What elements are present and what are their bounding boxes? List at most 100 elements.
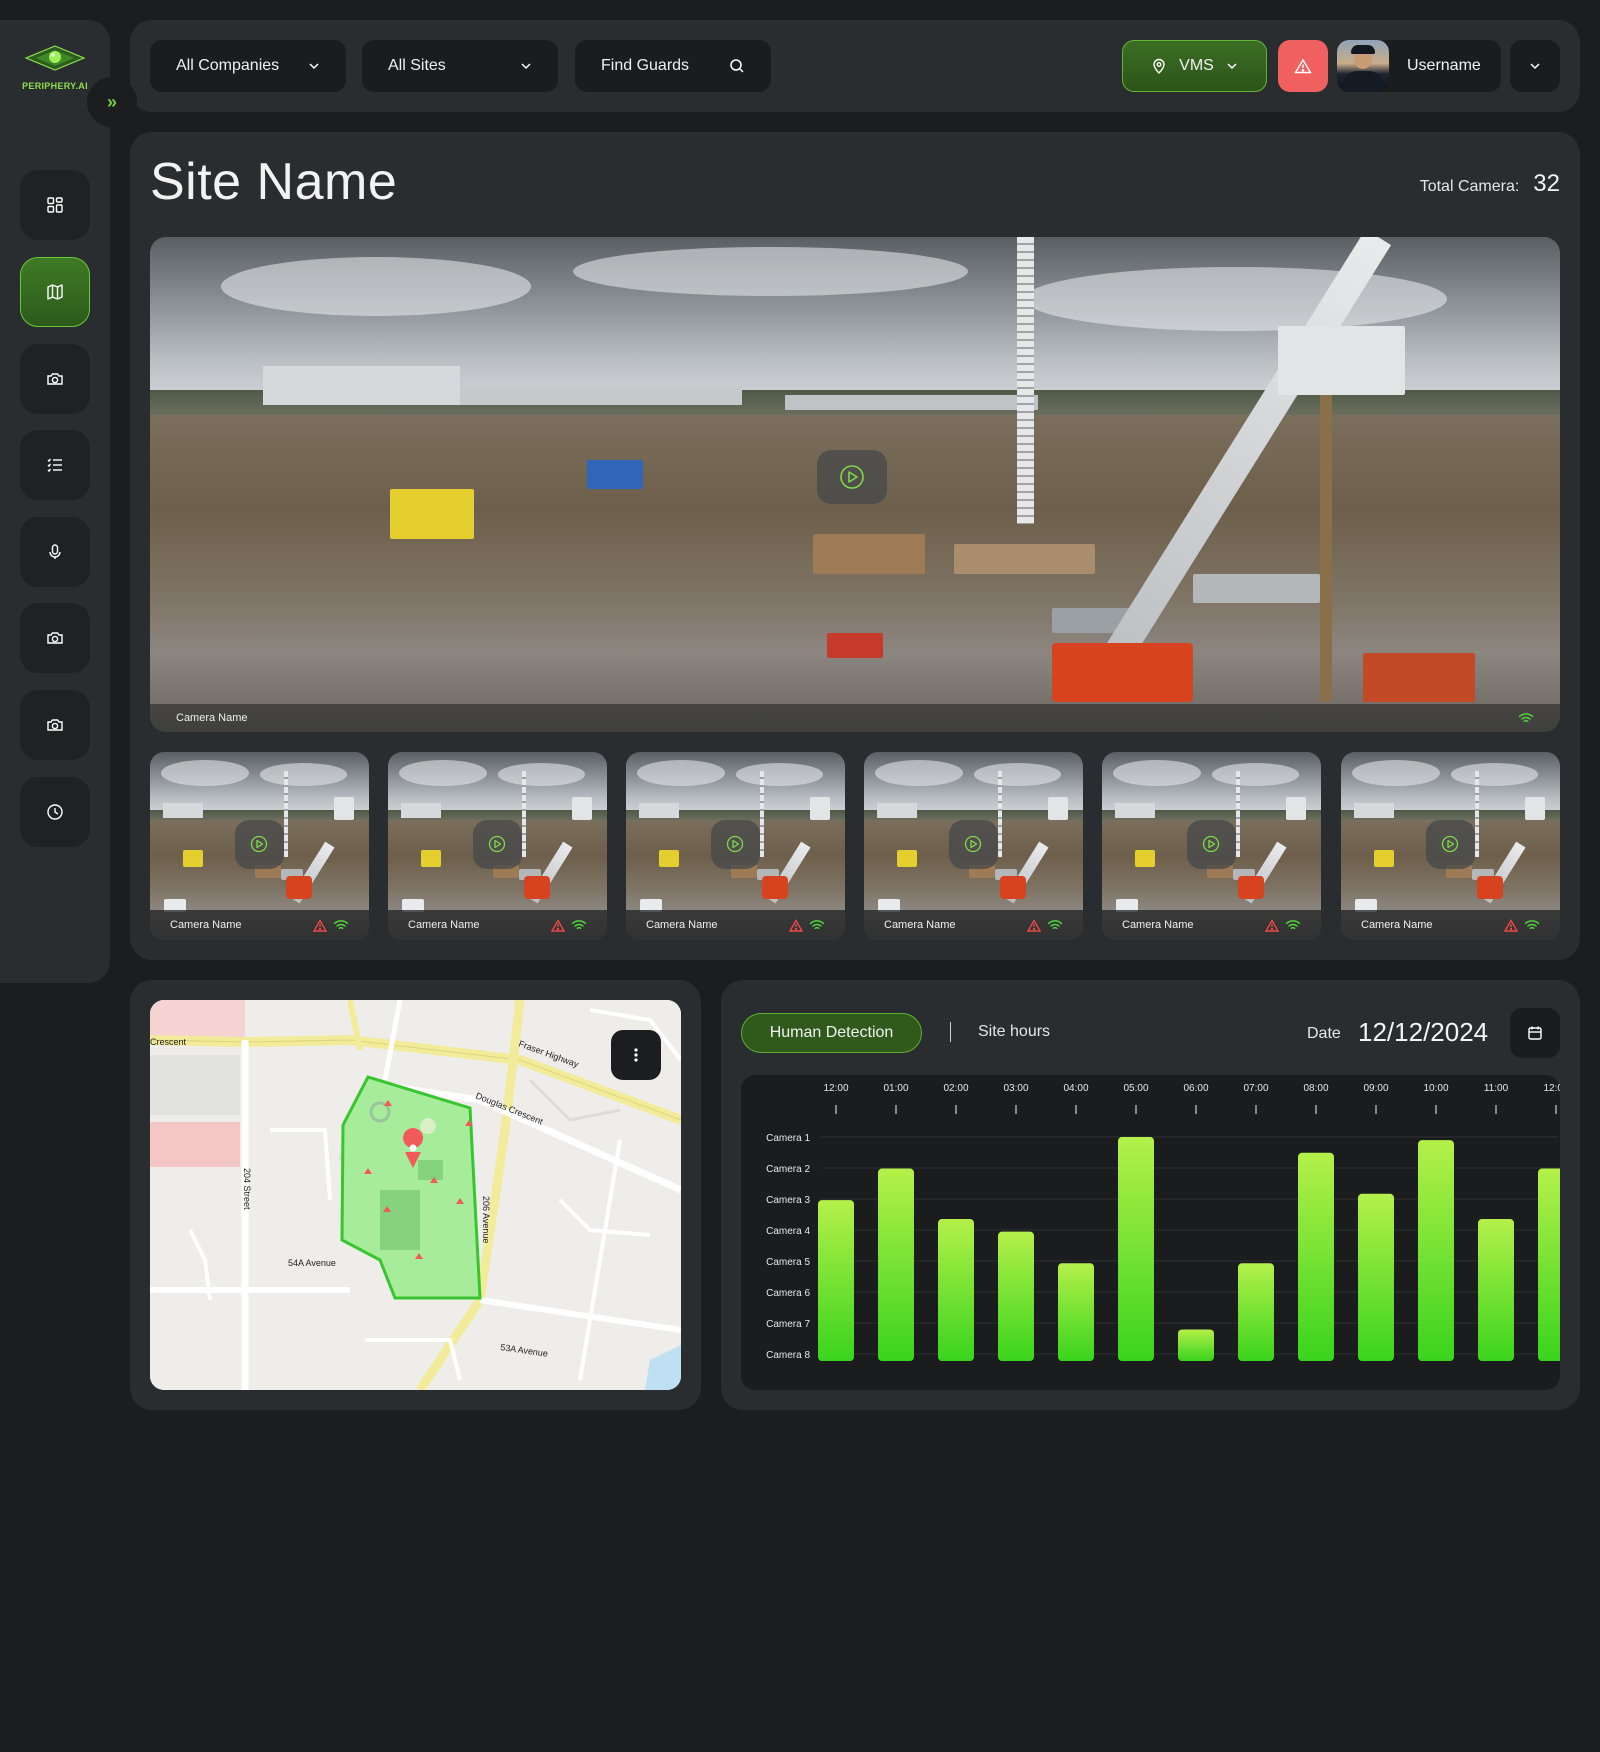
x-tick-label: 07:00: [1243, 1083, 1268, 1094]
wifi-icon: [571, 920, 587, 930]
vertical-dots-icon: [634, 1048, 638, 1062]
play-button[interactable]: [949, 819, 998, 869]
sidebar-item-camera-3[interactable]: [20, 690, 90, 760]
username: Username: [1407, 57, 1481, 74]
sidebar-item-list[interactable]: [20, 430, 90, 500]
calendar-icon: [1528, 1026, 1542, 1040]
chevron-down-icon: [1530, 63, 1540, 70]
double-chevron-right-icon: »: [106, 91, 117, 112]
play-icon: [1442, 835, 1459, 853]
chart-bar[interactable]: [878, 1168, 914, 1361]
sidebar-expand-button[interactable]: »: [87, 77, 137, 127]
play-button[interactable]: [816, 449, 888, 505]
date-value: 12/12/2024: [1358, 1017, 1489, 1047]
play-button[interactable]: [473, 819, 522, 869]
thumbnail-camera-name: Camera Name: [170, 919, 242, 931]
camera-thumbnail[interactable]: Camera Name: [1102, 752, 1321, 940]
play-button[interactable]: [235, 819, 284, 869]
thumbnail-camera-name: Camera Name: [646, 919, 718, 931]
detection-chart-svg: Camera 1 Camera 2 Camera 3 Camera 4 Camera 5…: [766, 1083, 1560, 1361]
sidebar-item-camera[interactable]: [20, 344, 90, 414]
alert-button[interactable]: [1278, 40, 1328, 92]
camera-thumbnail[interactable]: Camera Name: [626, 752, 845, 940]
warning-icon: [313, 918, 327, 932]
sidebar-item-map[interactable]: [20, 257, 90, 327]
main-camera-name: Camera Name: [176, 712, 248, 724]
chevron-down-icon: [309, 63, 319, 70]
chart-bar[interactable]: [1358, 1193, 1394, 1361]
chart-bar[interactable]: [1418, 1140, 1454, 1361]
user-menu-button[interactable]: [1510, 40, 1560, 92]
map-panel: Crescent Fraser Highway Douglas Crescent…: [130, 980, 701, 1410]
companies-dropdown[interactable]: All Companies: [150, 40, 346, 92]
page-title: Site Name: [150, 153, 398, 211]
sidebar-item-camera-2[interactable]: [20, 603, 90, 673]
street-54a: 54A Avenue: [288, 1258, 336, 1268]
play-icon: [840, 465, 864, 489]
x-tick-label: 04:00: [1063, 1083, 1088, 1094]
thumbnail-bar: Camera Name: [1341, 910, 1560, 940]
camera-thumbnail[interactable]: Camera Name: [150, 752, 369, 940]
x-tick-label: 12:00: [1543, 1083, 1560, 1094]
thumbnail-bar: Camera Name: [150, 910, 369, 940]
tab-divider: [950, 1022, 951, 1042]
calendar-button[interactable]: [1510, 1008, 1560, 1058]
total-camera: Total Camera: 32: [1420, 170, 1560, 198]
total-camera-label: Total Camera:: [1419, 178, 1520, 195]
main-camera-feed[interactable]: Camera Name: [150, 237, 1560, 732]
companies-dropdown-label: All Companies: [176, 57, 280, 74]
thumbnail-bar: Camera Name: [626, 910, 845, 940]
chart-bar[interactable]: [998, 1231, 1034, 1361]
chart-bar[interactable]: [1298, 1152, 1334, 1361]
camera-thumbnail[interactable]: Camera Name: [864, 752, 1083, 940]
play-button[interactable]: [1187, 819, 1236, 869]
chart-bar[interactable]: [1538, 1168, 1560, 1361]
detection-panel: Human Detection Site hours Date 12/12/20…: [721, 980, 1580, 1410]
wifi-icon: [333, 920, 349, 930]
chart-bar[interactable]: [938, 1219, 974, 1361]
user-profile[interactable]: Username: [1337, 40, 1501, 92]
x-tick-label: 03:00: [1003, 1083, 1028, 1094]
chart-bar[interactable]: [1058, 1263, 1094, 1361]
sites-dropdown[interactable]: All Sites: [362, 40, 558, 92]
sidebar-item-history[interactable]: [20, 777, 90, 847]
detection-chart: Camera 1 Camera 2 Camera 3 Camera 4 Camera 5…: [741, 1075, 1560, 1390]
sidebar-item-dashboard[interactable]: [20, 170, 90, 240]
microphone-icon: [49, 544, 61, 559]
wifi-icon: [1285, 920, 1301, 930]
play-icon: [489, 835, 506, 853]
camera-thumbnails: Camera Name Camera Name Camera Name Camera …: [150, 752, 1560, 940]
y-category-label: Camera 5: [766, 1257, 810, 1268]
y-category-label: Camera 3: [766, 1195, 810, 1206]
vms-dropdown[interactable]: VMS: [1122, 40, 1267, 92]
thumbnail-camera-name: Camera Name: [1361, 919, 1433, 931]
site-map[interactable]: Crescent Fraser Highway Douglas Crescent…: [150, 1000, 681, 1390]
camera-icon: [47, 719, 63, 731]
chart-bar[interactable]: [1118, 1137, 1154, 1361]
x-tick-label: 10:00: [1423, 1083, 1448, 1094]
play-icon: [251, 835, 268, 853]
chart-bar[interactable]: [818, 1200, 854, 1361]
map-more-button[interactable]: [611, 1030, 661, 1080]
camera-icon: [47, 373, 63, 385]
chart-bar[interactable]: [1478, 1219, 1514, 1361]
wifi-icon: [1047, 920, 1063, 930]
wifi-icon: [1524, 920, 1540, 930]
vms-label: VMS: [1179, 57, 1214, 74]
chevron-down-icon: [1227, 63, 1237, 70]
chart-bar[interactable]: [1238, 1263, 1274, 1361]
logo[interactable]: PERIPHERY.AI: [22, 44, 88, 91]
sidebar-item-microphone[interactable]: [20, 517, 90, 587]
chart-bar[interactable]: [1178, 1329, 1214, 1361]
camera-thumbnail[interactable]: Camera Name: [1341, 752, 1560, 940]
tab-site-hours[interactable]: Site hours: [978, 1023, 1050, 1041]
play-button[interactable]: [1426, 819, 1475, 869]
x-tick-label: 02:00: [943, 1083, 968, 1094]
x-tick-label: 01:00: [883, 1083, 908, 1094]
street-204: 204 Street: [242, 1168, 252, 1210]
play-button[interactable]: [711, 819, 760, 869]
find-guards-search[interactable]: Find Guards: [575, 40, 771, 92]
camera-thumbnail[interactable]: Camera Name: [388, 752, 607, 940]
tab-human-detection[interactable]: Human Detection: [741, 1013, 922, 1053]
grid-icon: [47, 197, 63, 213]
